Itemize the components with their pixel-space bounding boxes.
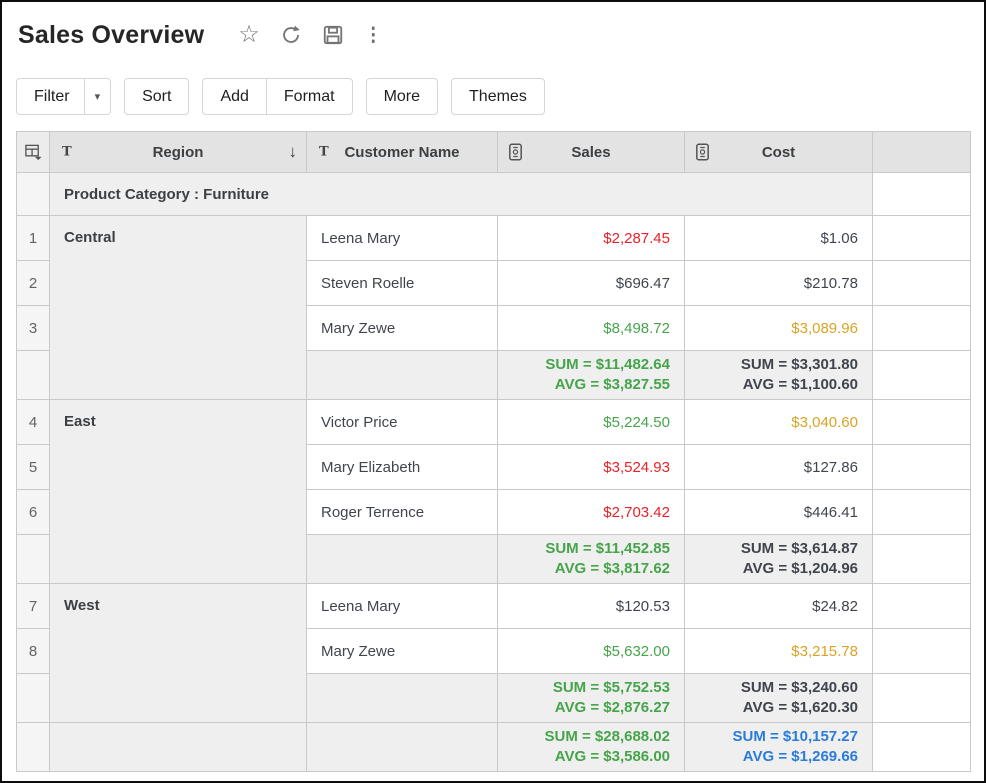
sort-descending-icon: ↓ [289,142,298,162]
avg-line: AVG = $3,817.62 [498,559,670,579]
row-number: 4 [17,400,50,445]
filter-button[interactable]: Filter ▾ [16,78,111,115]
currency-type-icon [696,144,709,161]
customer-cell[interactable]: Mary Zewe [307,306,498,351]
sales-grand-total: SUM = $28,688.02 AVG = $3,586.00 [498,723,685,772]
data-table: T Region ↓ T Customer Name Sales Cost [16,131,971,772]
currency-type-icon [509,144,522,161]
cost-summary: SUM = $3,240.60 AVG = $1,620.30 [685,674,873,723]
cost-cell[interactable]: $446.41 [685,490,873,535]
sum-line: SUM = $3,614.87 [685,539,858,559]
table-row: 4 East Victor Price $5,224.50 $3,040.60 [17,400,971,445]
cost-cell[interactable]: $24.82 [685,584,873,629]
sales-cell[interactable]: $8,498.72 [498,306,685,351]
sales-cell[interactable]: $5,224.50 [498,400,685,445]
titlebar: Sales Overview ☆ ⋮ [18,18,984,52]
avg-line: AVG = $1,204.96 [685,559,858,579]
row-number: 7 [17,584,50,629]
cost-grand-total: SUM = $10,157.27 AVG = $1,269.66 [685,723,873,772]
add-button[interactable]: Add [203,79,265,114]
sales-cell[interactable]: $2,703.42 [498,490,685,535]
cost-summary: SUM = $3,614.87 AVG = $1,204.96 [685,535,873,584]
category-row: Product Category : Furniture [17,173,971,216]
sales-summary: SUM = $11,482.64 AVG = $3,827.55 [498,351,685,400]
refresh-icon[interactable] [280,24,302,46]
column-label: Sales [571,144,610,161]
text-type-icon: T [319,145,329,160]
sum-line: SUM = $3,301.80 [685,355,858,375]
avg-line: AVG = $3,827.55 [498,375,670,395]
avg-line: AVG = $1,620.30 [685,698,858,718]
row-number: 3 [17,306,50,351]
cost-cell[interactable]: $3,089.96 [685,306,873,351]
row-number: 2 [17,261,50,306]
column-header-cost[interactable]: Cost [685,132,873,173]
favorite-star-icon[interactable]: ☆ [238,23,260,47]
filter-dropdown-caret[interactable]: ▾ [85,90,111,103]
cost-cell[interactable]: $127.86 [685,445,873,490]
cost-cell[interactable]: $3,040.60 [685,400,873,445]
column-header-region[interactable]: T Region ↓ [50,132,307,173]
themes-button[interactable]: Themes [451,78,545,115]
page-title: Sales Overview [18,21,204,50]
sales-cell[interactable]: $120.53 [498,584,685,629]
customer-cell[interactable]: Leena Mary [307,216,498,261]
avg-line: AVG = $2,876.27 [498,698,670,718]
column-label: Customer Name [344,144,459,161]
customer-cell[interactable]: Mary Zewe [307,629,498,674]
grand-total-row: SUM = $28,688.02 AVG = $3,586.00 SUM = $… [17,723,971,772]
avg-line: AVG = $1,100.60 [685,375,858,395]
cost-cell[interactable]: $3,215.78 [685,629,873,674]
sales-summary: SUM = $11,452.85 AVG = $3,817.62 [498,535,685,584]
format-button[interactable]: Format [267,79,352,114]
table-header-row: T Region ↓ T Customer Name Sales Cost [17,132,971,173]
title-actions: ☆ ⋮ [238,23,383,47]
sales-cell[interactable]: $2,287.45 [498,216,685,261]
column-label: Region [153,144,204,161]
cost-summary: SUM = $3,301.80 AVG = $1,100.60 [685,351,873,400]
column-header-empty [873,132,971,173]
sales-summary: SUM = $5,752.53 AVG = $2,876.27 [498,674,685,723]
customer-cell[interactable]: Mary Elizabeth [307,445,498,490]
sort-button[interactable]: Sort [124,78,189,115]
sales-cell[interactable]: $5,632.00 [498,629,685,674]
sum-line: SUM = $5,752.53 [498,678,670,698]
sales-cell[interactable]: $3,524.93 [498,445,685,490]
region-cell[interactable]: Central [50,216,307,400]
sum-line: SUM = $11,452.85 [498,539,670,559]
customer-cell[interactable]: Leena Mary [307,584,498,629]
sum-line: SUM = $11,482.64 [498,355,670,375]
sum-line: SUM = $28,688.02 [498,727,670,747]
customer-cell[interactable]: Roger Terrence [307,490,498,535]
table-corner-menu[interactable] [17,132,50,173]
more-button[interactable]: More [366,78,438,115]
customer-cell[interactable]: Victor Price [307,400,498,445]
avg-line: AVG = $3,586.00 [498,747,670,767]
table-row: 7 West Leena Mary $120.53 $24.82 [17,584,971,629]
sales-cell[interactable]: $696.47 [498,261,685,306]
text-type-icon: T [62,145,72,160]
column-header-sales[interactable]: Sales [498,132,685,173]
region-cell[interactable]: East [50,400,307,584]
region-cell[interactable]: West [50,584,307,723]
column-header-customer[interactable]: T Customer Name [307,132,498,173]
row-number: 5 [17,445,50,490]
grid-dropdown-icon [24,143,43,162]
toolbar: Filter ▾ Sort Add Format More Themes [16,78,984,115]
column-label: Cost [762,144,795,161]
avg-line: AVG = $1,269.66 [685,747,858,767]
save-icon[interactable] [322,24,344,46]
row-number: 1 [17,216,50,261]
customer-cell[interactable]: Steven Roelle [307,261,498,306]
cost-cell[interactable]: $1.06 [685,216,873,261]
row-number: 8 [17,629,50,674]
table-row: 1 Central Leena Mary $2,287.45 $1.06 [17,216,971,261]
add-format-group: Add Format [202,78,352,115]
row-number: 6 [17,490,50,535]
sum-line: SUM = $10,157.27 [685,727,858,747]
sum-line: SUM = $3,240.60 [685,678,858,698]
category-label: Product Category : Furniture [50,173,873,216]
cost-cell[interactable]: $210.78 [685,261,873,306]
more-menu-icon[interactable]: ⋮ [364,24,383,47]
